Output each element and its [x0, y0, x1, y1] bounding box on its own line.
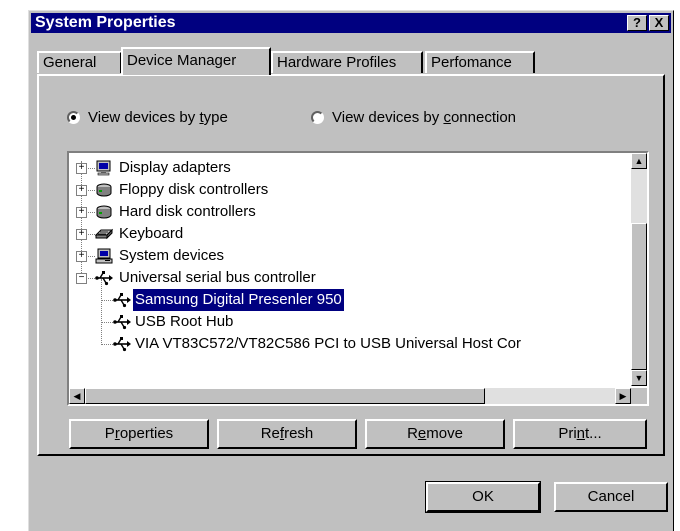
system-properties-window: System Properties ? X General Device Man…	[28, 10, 674, 531]
monitor-icon	[96, 160, 111, 176]
view-by-connection-option[interactable]: View devices by connection	[311, 108, 516, 128]
close-button[interactable]: X	[649, 15, 669, 31]
view-by-type-radio[interactable]	[67, 110, 80, 124]
tree-item-label: VIA VT83C572/VT82C586 PCI to USB Univers…	[135, 335, 522, 352]
vertical-scrollbar[interactable]: ▲ ▼	[631, 153, 647, 386]
usb-icon	[95, 271, 113, 286]
tree-item-label: Floppy disk controllers	[119, 181, 269, 198]
expand-icon[interactable]: +	[76, 229, 87, 240]
usb-icon	[113, 337, 131, 352]
ok-button[interactable]: OK	[425, 481, 541, 513]
tree-item-label: Display adapters	[119, 159, 231, 176]
tree-item-display-adapters[interactable]: + Display adapters	[69, 157, 629, 179]
scroll-right-icon[interactable]: ▶	[615, 388, 631, 404]
cancel-button[interactable]: Cancel	[554, 482, 668, 512]
computer-icon	[95, 248, 113, 264]
horizontal-scroll-thumb[interactable]	[85, 388, 485, 404]
expand-icon[interactable]: +	[76, 163, 87, 174]
expand-icon[interactable]: +	[76, 251, 87, 262]
tree-item-label: Keyboard	[119, 225, 184, 242]
tree-item-universal-serial-bus-controller[interactable]: − Universal serial bus controller	[69, 267, 629, 289]
usb-icon	[113, 293, 131, 308]
tree-item-hard-disk-controllers[interactable]: + Hard disk controllers	[69, 201, 629, 223]
refresh-button[interactable]: Refresh	[217, 419, 357, 449]
tree-item-floppy-disk-controllers[interactable]: + Floppy disk controllers	[69, 179, 629, 201]
tree-item-label: USB Root Hub	[135, 313, 234, 330]
expand-icon[interactable]: +	[76, 185, 87, 196]
tree-item-samsung-digital-presenter[interactable]: Samsung Digital Presenler 950	[69, 288, 629, 312]
tab-general[interactable]: General	[37, 51, 122, 73]
tab-hardware-profiles[interactable]: Hardware Profiles	[271, 51, 423, 73]
tab-device-manager[interactable]: Device Manager	[121, 47, 271, 75]
disk-controller-icon	[96, 183, 112, 197]
scroll-left-icon[interactable]: ◀	[69, 388, 85, 404]
usb-icon	[113, 315, 131, 330]
tree-item-label: Hard disk controllers	[119, 203, 256, 220]
keyboard-icon	[95, 228, 113, 240]
horizontal-scrollbar[interactable]: ◀ ▶	[69, 388, 631, 404]
vertical-scroll-thumb[interactable]	[631, 223, 647, 370]
title-bar[interactable]: System Properties ? X	[31, 13, 671, 33]
scrollbar-corner	[631, 388, 647, 404]
collapse-icon[interactable]: −	[76, 273, 87, 284]
tree-item-usb-root-hub[interactable]: USB Root Hub	[69, 311, 629, 333]
device-tree[interactable]: + Display adapters + Floppy disk control…	[67, 151, 649, 406]
tab-performance[interactable]: Perfomance	[425, 51, 535, 73]
view-by-type-option[interactable]: View devices by type	[67, 108, 228, 128]
scroll-down-icon[interactable]: ▼	[631, 370, 647, 386]
view-by-connection-radio[interactable]	[311, 110, 324, 124]
print-button[interactable]: Print...	[513, 419, 647, 449]
disk-controller-icon	[96, 205, 112, 219]
expand-icon[interactable]: +	[76, 207, 87, 218]
tree-item-label: Samsung Digital Presenler 950	[132, 288, 345, 312]
scroll-up-icon[interactable]: ▲	[631, 153, 647, 169]
tree-item-via-usb-host-controller[interactable]: VIA VT83C572/VT82C586 PCI to USB Univers…	[69, 333, 629, 355]
tree-item-keyboard[interactable]: + Keyboard	[69, 223, 629, 245]
window-title: System Properties	[35, 14, 176, 31]
tree-item-label: System devices	[119, 247, 225, 264]
properties-button[interactable]: Properties	[69, 419, 209, 449]
device-manager-panel: View devices by type View devices by con…	[37, 74, 665, 456]
tree-item-system-devices[interactable]: + System devices	[69, 245, 629, 267]
tree-item-label: Universal serial bus controller	[119, 269, 316, 286]
help-button[interactable]: ?	[627, 15, 647, 31]
remove-button[interactable]: Remove	[365, 419, 505, 449]
